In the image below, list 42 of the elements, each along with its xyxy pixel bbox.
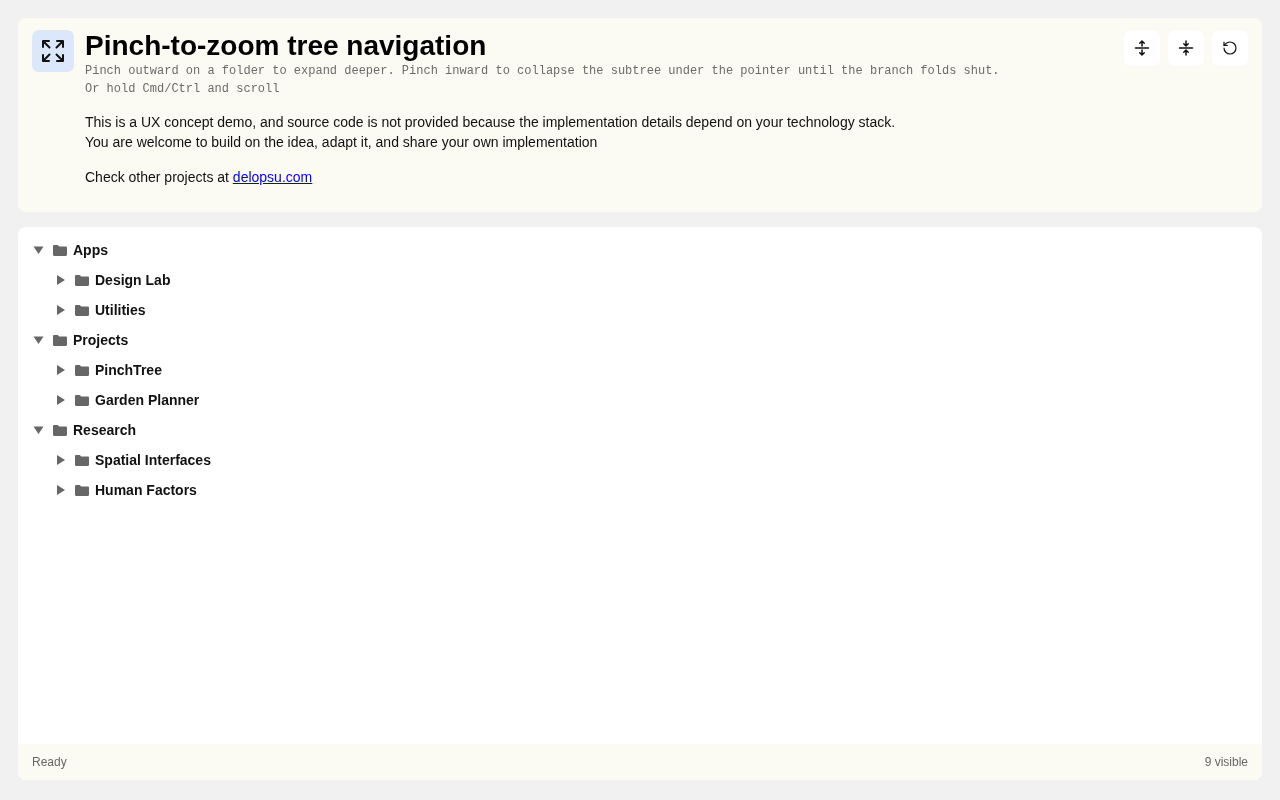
folder-label[interactable]: Garden Planner	[95, 392, 200, 408]
folder-label[interactable]: Projects	[73, 332, 129, 348]
caret-right-icon[interactable]	[55, 395, 66, 405]
expand-all-button[interactable]	[1124, 30, 1160, 66]
status-text: Ready	[32, 755, 67, 769]
folder-icon	[53, 424, 67, 436]
intro-text: This is a UX concept demo, and source code is not provided because the implementation details depend on your technology stack. You are welcome to build on the idea, adapt it, and share your own implementation	[85, 113, 897, 152]
hint-text: Or hold Cmd/Ctrl and scroll	[85, 81, 281, 98]
folder-icon	[53, 334, 67, 346]
folder-icon	[75, 484, 89, 496]
folder-label[interactable]: Utilities	[95, 302, 146, 318]
folder-icon	[75, 394, 89, 406]
caret-right-icon[interactable]	[55, 305, 66, 315]
arrows-together-icon	[1178, 40, 1194, 56]
folder-icon	[75, 454, 89, 466]
folder-label[interactable]: Design Lab	[95, 272, 171, 288]
reset-button[interactable]	[1212, 30, 1248, 66]
caret-down-icon[interactable]	[33, 425, 44, 435]
caret-right-icon[interactable]	[55, 365, 66, 375]
caret-down-icon[interactable]	[33, 335, 44, 345]
collapse-all-button[interactable]	[1168, 30, 1204, 66]
page-title: Pinch-to-zoom tree navigation	[85, 30, 488, 62]
folder-label[interactable]: Spatial Interfaces	[95, 452, 211, 468]
folder-label[interactable]: PinchTree	[95, 362, 162, 378]
visible-count: 9 visible	[1204, 755, 1248, 769]
caret-right-icon[interactable]	[55, 455, 66, 465]
arrows-apart-icon	[1134, 40, 1150, 56]
folder-label[interactable]: Human Factors	[95, 482, 197, 498]
reset-icon	[1222, 40, 1238, 56]
folder-icon	[75, 274, 89, 286]
projects-text: Check other projects at delopsu.com	[85, 168, 314, 187]
folder-label[interactable]: Apps	[73, 242, 108, 258]
caret-right-icon[interactable]	[55, 275, 66, 285]
site-link[interactable]: delopsu.com	[232, 169, 313, 185]
folder-icon	[75, 364, 89, 376]
folder-label[interactable]: Research	[73, 422, 137, 438]
hint-text: Pinch outward on a folder to expand deeper. Pinch inward to collapse the subtree under the pointer until the branch folds shut.	[85, 63, 1001, 80]
caret-down-icon[interactable]	[33, 245, 44, 255]
folder-icon	[53, 244, 67, 256]
caret-right-icon[interactable]	[55, 485, 66, 495]
expand-arrows-icon	[32, 30, 74, 72]
folder-icon	[75, 304, 89, 316]
